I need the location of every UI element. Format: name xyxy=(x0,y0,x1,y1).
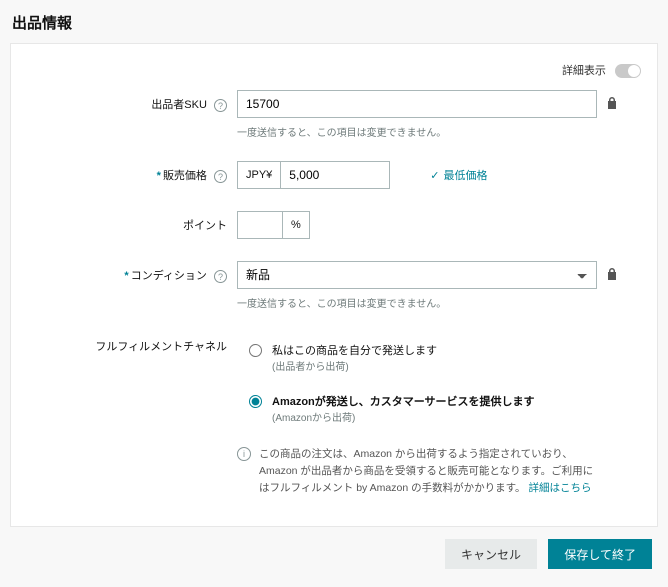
save-button[interactable]: 保存して終了 xyxy=(548,539,652,569)
detail-toggle[interactable] xyxy=(615,64,641,78)
points-label: ポイント xyxy=(183,220,227,232)
help-icon[interactable]: ? xyxy=(214,270,227,283)
points-input[interactable] xyxy=(237,211,283,239)
lock-icon xyxy=(606,270,618,284)
fulfillment-info-link[interactable]: 詳細はこちら xyxy=(528,482,591,494)
sku-input[interactable] xyxy=(237,90,597,118)
help-icon[interactable]: ? xyxy=(214,99,227,112)
sku-hint: 一度送信すると、この項目は変更できません。 xyxy=(237,124,597,139)
price-currency: JPY¥ xyxy=(237,161,280,189)
page-title: 出品情報 xyxy=(12,12,658,33)
fulfillment-option-title: 私はこの商品を自分で発送します xyxy=(272,345,437,357)
condition-label: コンディション xyxy=(131,270,207,282)
fulfillment-option-title: Amazonが発送し、カスタマーサービスを提供します xyxy=(272,396,535,408)
price-label: 販売価格 xyxy=(163,170,207,182)
condition-select[interactable]: 新品 xyxy=(237,261,597,289)
form-panel: 詳細表示 出品者SKU ? 一度送信すると、この項目は変更できません。 *販売価… xyxy=(10,43,658,527)
lock-icon xyxy=(606,99,618,113)
fulfillment-option-sub: (出品者から出荷) xyxy=(272,362,349,373)
fulfillment-option-amazon[interactable]: Amazonが発送し、カスタマーサービスを提供します (Amazonから出荷) xyxy=(237,383,597,434)
fulfillment-option-sub: (Amazonから出荷) xyxy=(272,413,355,424)
points-unit: % xyxy=(283,211,310,239)
fulfillment-radio-self[interactable] xyxy=(249,344,262,357)
condition-hint: 一度送信すると、この項目は変更できません。 xyxy=(237,295,597,310)
fulfillment-radio-amazon[interactable] xyxy=(249,395,262,408)
fulfillment-info: i この商品の注文は、Amazon から出荷するよう指定されていおり、Amazo… xyxy=(237,446,597,496)
fulfillment-label: フルフィルメントチャネル xyxy=(95,341,227,353)
price-input[interactable] xyxy=(280,161,390,189)
cancel-button[interactable]: キャンセル xyxy=(445,539,537,569)
sku-label: 出品者SKU xyxy=(151,99,207,111)
help-icon[interactable]: ? xyxy=(214,170,227,183)
info-icon: i xyxy=(237,447,251,461)
detail-toggle-label: 詳細表示 xyxy=(562,65,606,77)
fulfillment-option-self[interactable]: 私はこの商品を自分で発送します (出品者から出荷) xyxy=(237,332,597,383)
min-price-label: 最低価格 xyxy=(430,167,487,183)
